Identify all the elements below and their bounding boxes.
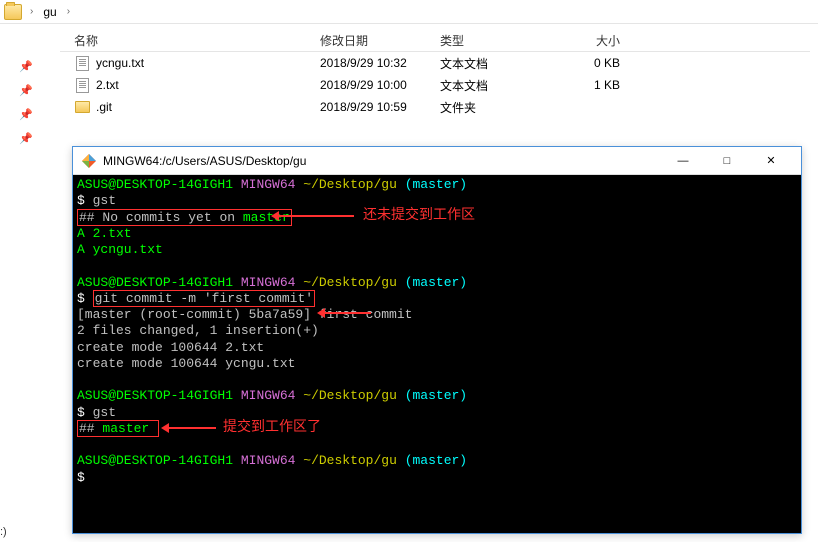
file-name: 2.txt [96, 78, 119, 92]
file-list-header: 名称 修改日期 类型 大小 [60, 30, 810, 52]
highlight-box: ## master [77, 420, 159, 437]
status-text: No commits yet on [102, 210, 242, 225]
prompt-env: MINGW64 [241, 453, 296, 468]
status-hash: ## [79, 421, 95, 436]
status-branch: master [102, 421, 149, 436]
arrow-icon [163, 427, 216, 429]
commit-output: 2 files changed, 1 insertion(+) [77, 323, 797, 339]
prompt-user: ASUS@DESKTOP-14GIGH1 [77, 453, 233, 468]
file-row[interactable]: ycngu.txt 2018/9/29 10:32文本文档0 KB [60, 52, 810, 74]
prompt-path: ~/Desktop/gu [303, 275, 397, 290]
terminal-window: MINGW64:/c/Users/ASUS/Desktop/gu — □ ✕ A… [72, 146, 802, 534]
folder-icon [4, 4, 22, 20]
minimize-button[interactable]: — [661, 147, 705, 175]
chevron-right-icon[interactable]: › [63, 6, 74, 17]
file-row[interactable]: 2.txt 2018/9/29 10:00文本文档1 KB [60, 74, 810, 96]
annotation: 提交到工作区了 [223, 418, 321, 436]
mintty-icon [81, 153, 97, 169]
folder-icon [74, 99, 90, 115]
staged-line: A 2.txt [77, 226, 797, 242]
chevron-right-icon[interactable]: › [26, 6, 37, 17]
file-size: 0 KB [560, 56, 640, 70]
file-list: 名称 修改日期 类型 大小 ycngu.txt 2018/9/29 10:32文本… [60, 30, 810, 118]
prompt-dollar: $ [77, 291, 93, 306]
terminal-title: MINGW64:/c/Users/ASUS/Desktop/gu [103, 154, 661, 168]
close-button[interactable]: ✕ [749, 147, 793, 175]
highlight-box: ## No commits yet on master [77, 209, 292, 226]
prompt-branch: (master) [405, 388, 467, 403]
file-size: 1 KB [560, 78, 640, 92]
arrow-icon [319, 312, 371, 314]
prompt-dollar: $ [77, 405, 93, 420]
prompt-env: MINGW64 [241, 177, 296, 192]
prompt-dollar: $ [77, 470, 85, 485]
pin-icon[interactable]: 📌 [19, 108, 33, 122]
pin-icon[interactable]: 📌 [19, 60, 33, 74]
highlight-box: git commit -m 'first commit' [93, 290, 315, 307]
prompt-branch: (master) [405, 177, 467, 192]
file-row[interactable]: .git 2018/9/29 10:59文件夹 [60, 96, 810, 118]
col-header-size[interactable]: 大小 [560, 32, 640, 49]
maximize-button[interactable]: □ [705, 147, 749, 175]
file-type: 文本文档 [440, 55, 560, 72]
breadcrumb: › gu › [0, 0, 818, 24]
file-type: 文件夹 [440, 99, 560, 116]
prompt-path: ~/Desktop/gu [303, 177, 397, 192]
prompt-path: ~/Desktop/gu [303, 453, 397, 468]
annotation: 还未提交到工作区 [363, 206, 475, 224]
col-header-date[interactable]: 修改日期 [320, 32, 440, 49]
commit-output: create mode 100644 ycngu.txt [77, 356, 797, 372]
prompt-branch: (master) [405, 453, 467, 468]
breadcrumb-folder[interactable]: gu [37, 5, 62, 19]
cmd-gst: gst [93, 193, 116, 208]
commit-output: create mode 100644 2.txt [77, 340, 797, 356]
cmd-commit: git commit -m 'first commit' [95, 291, 313, 306]
prompt-user: ASUS@DESKTOP-14GIGH1 [77, 177, 233, 192]
col-header-name[interactable]: 名称 [60, 32, 320, 49]
staged-line: A ycngu.txt [77, 242, 797, 258]
terminal-body[interactable]: ASUS@DESKTOP-14GIGH1 MINGW64 ~/Desktop/g… [73, 175, 801, 533]
textfile-icon [74, 77, 90, 93]
status-hash: ## [79, 210, 95, 225]
pin-icon[interactable]: 📌 [19, 84, 33, 98]
arrow-icon [273, 215, 354, 217]
prompt-dollar: $ [77, 193, 93, 208]
quickaccess-sidebar: 📌 📌 📌 📌 [0, 50, 52, 156]
file-type: 文本文档 [440, 77, 560, 94]
textfile-icon [74, 55, 90, 71]
commit-output: [master (root-commit) 5ba7a59] first com… [77, 307, 797, 323]
prompt-user: ASUS@DESKTOP-14GIGH1 [77, 275, 233, 290]
col-header-type[interactable]: 类型 [440, 32, 560, 49]
prompt-branch: (master) [405, 275, 467, 290]
prompt-env: MINGW64 [241, 388, 296, 403]
cmd-gst: gst [93, 405, 116, 420]
pin-icon[interactable]: 📌 [19, 132, 33, 146]
file-date: 2018/9/29 10:32 [320, 56, 440, 70]
prompt-user: ASUS@DESKTOP-14GIGH1 [77, 388, 233, 403]
file-date: 2018/9/29 10:59 [320, 100, 440, 114]
terminal-titlebar[interactable]: MINGW64:/c/Users/ASUS/Desktop/gu — □ ✕ [73, 147, 801, 175]
status-emoticon: :) [0, 526, 7, 538]
file-name: .git [96, 100, 112, 114]
prompt-env: MINGW64 [241, 275, 296, 290]
file-name: ycngu.txt [96, 56, 144, 70]
prompt-path: ~/Desktop/gu [303, 388, 397, 403]
file-date: 2018/9/29 10:00 [320, 78, 440, 92]
